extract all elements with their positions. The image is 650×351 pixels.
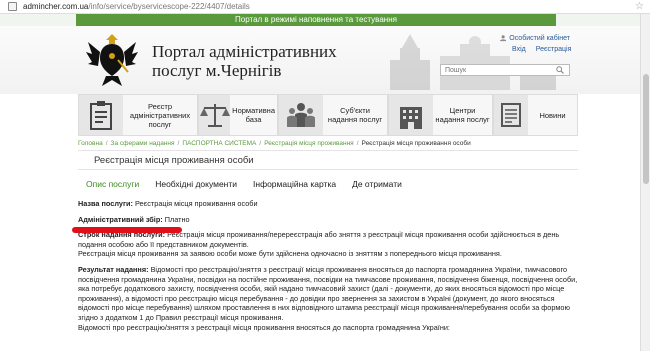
result-value: Відомості про реєстрацію/зняття з реєстр… [78, 264, 578, 322]
term-value-2: Реєстрація місця проживання за заявою ос… [78, 249, 502, 259]
search-icon[interactable] [553, 65, 567, 75]
breadcrumb-item[interactable]: Головна [78, 140, 103, 147]
portal-title-line1: Портал адміністративних [152, 42, 337, 61]
main-nav: Реєстр адміністративних послуг Нормативн… [78, 94, 578, 136]
user-icon [500, 35, 507, 42]
url-domain: admincher.com.ua [23, 2, 89, 11]
register-link[interactable]: Реєстрація [536, 46, 572, 53]
scales-icon [199, 95, 231, 135]
breadcrumb: Головна / За сферами надання / ПАСПОРТНА СИС… [78, 140, 471, 147]
site-header: Портал адміністративних послуг м.Чернігі… [0, 26, 650, 94]
result-label: Результат надання: [78, 264, 149, 274]
result-value-2: Відомості про реєстрацію/зняття з реєстр… [78, 322, 450, 332]
personal-cabinet-label: Особистий кабінет [509, 34, 570, 42]
portal-title[interactable]: Портал адміністративних послуг м.Чернігі… [152, 42, 337, 80]
page-scrollbar[interactable] [640, 14, 650, 351]
fee-label: Адміністративний збір: [78, 214, 163, 224]
bookmark-star-icon[interactable]: ☆ [635, 1, 644, 12]
term-row: Строк надання послуги: Реєстрація місця … [78, 230, 583, 249]
nav-tile-regulations[interactable]: Нормативна база [198, 94, 278, 136]
service-details: Назва послуги: Реєстрація місця проживан… [78, 199, 583, 336]
service-name-row: Назва послуги: Реєстрація місця проживан… [78, 199, 583, 209]
breadcrumb-item[interactable]: За сферами надання [111, 140, 175, 147]
nav-label: Реєстр адміністративних послуг [129, 101, 191, 129]
search-box [440, 64, 570, 76]
search-input[interactable] [441, 65, 553, 75]
nav-label: Нормативна база [232, 106, 275, 124]
nav-label: Новини [539, 110, 566, 120]
tab-documents[interactable]: Необхідні документи [147, 176, 245, 192]
page-icon [8, 2, 17, 11]
login-link[interactable]: Вхід [512, 46, 526, 53]
nav-label: Суб'єкти надання послуг [327, 106, 383, 124]
tab-where-to-get[interactable]: Де отримати [344, 176, 410, 192]
service-name-label: Назва послуги: [78, 199, 133, 208]
nav-label: Центри надання послуг [435, 106, 490, 124]
clipboard-icon [79, 95, 123, 135]
personal-cabinet-link[interactable]: Особистий кабінет [500, 34, 570, 42]
red-highlight-underline [72, 227, 182, 233]
url-path: /info/service/byservicescope-222/4407/de… [88, 2, 250, 11]
fee-value: Платно [164, 214, 190, 224]
browser-address-bar[interactable]: admincher.com.ua/info/service/byservices… [0, 0, 650, 14]
test-mode-banner: Портал в режимі наповнення та тестування [76, 14, 556, 26]
nav-tile-centers[interactable]: Центри надання послуг [388, 94, 493, 136]
test-mode-banner-area: Портал в режимі наповнення та тестування [0, 14, 650, 26]
result-row: Результат надання: Відомості про реєстра… [78, 265, 583, 323]
user-links: Особистий кабінет Вхід Реєстрація [500, 34, 572, 53]
nav-tile-services-registry[interactable]: Реєстр адміністративних послуг [78, 94, 198, 136]
url-text[interactable]: admincher.com.ua/info/service/byservices… [23, 2, 250, 11]
page-title: Реєстрація місця проживання особи [94, 155, 254, 166]
fee-row: Адміністративний збір: Платно [78, 215, 583, 225]
breadcrumb-item[interactable]: Реєстрація місця проживання [264, 140, 354, 147]
chernihiv-coat-of-arms-logo [86, 34, 138, 86]
portal-title-line2: послуг м.Чернігів [152, 61, 282, 80]
service-name-value: Реєстрація місця проживання особи [134, 199, 258, 208]
breadcrumb-item[interactable]: ПАСПОРТНА СИСТЕМА [182, 140, 256, 147]
news-icon [494, 95, 528, 135]
building-icon [389, 95, 433, 135]
people-icon [279, 95, 323, 135]
tab-description[interactable]: Опис послуги [78, 176, 147, 192]
nav-tile-providers[interactable]: Суб'єкти надання послуг [278, 94, 388, 136]
service-tabs: Опис послуги Необхідні документи Інформа… [78, 176, 578, 192]
tab-info-card[interactable]: Інформаційна картка [245, 176, 344, 192]
breadcrumb-current: Реєстрація місця проживання особи [361, 140, 471, 147]
nav-tile-news[interactable]: Новини [493, 94, 578, 136]
scrollbar-thumb[interactable] [643, 74, 649, 184]
